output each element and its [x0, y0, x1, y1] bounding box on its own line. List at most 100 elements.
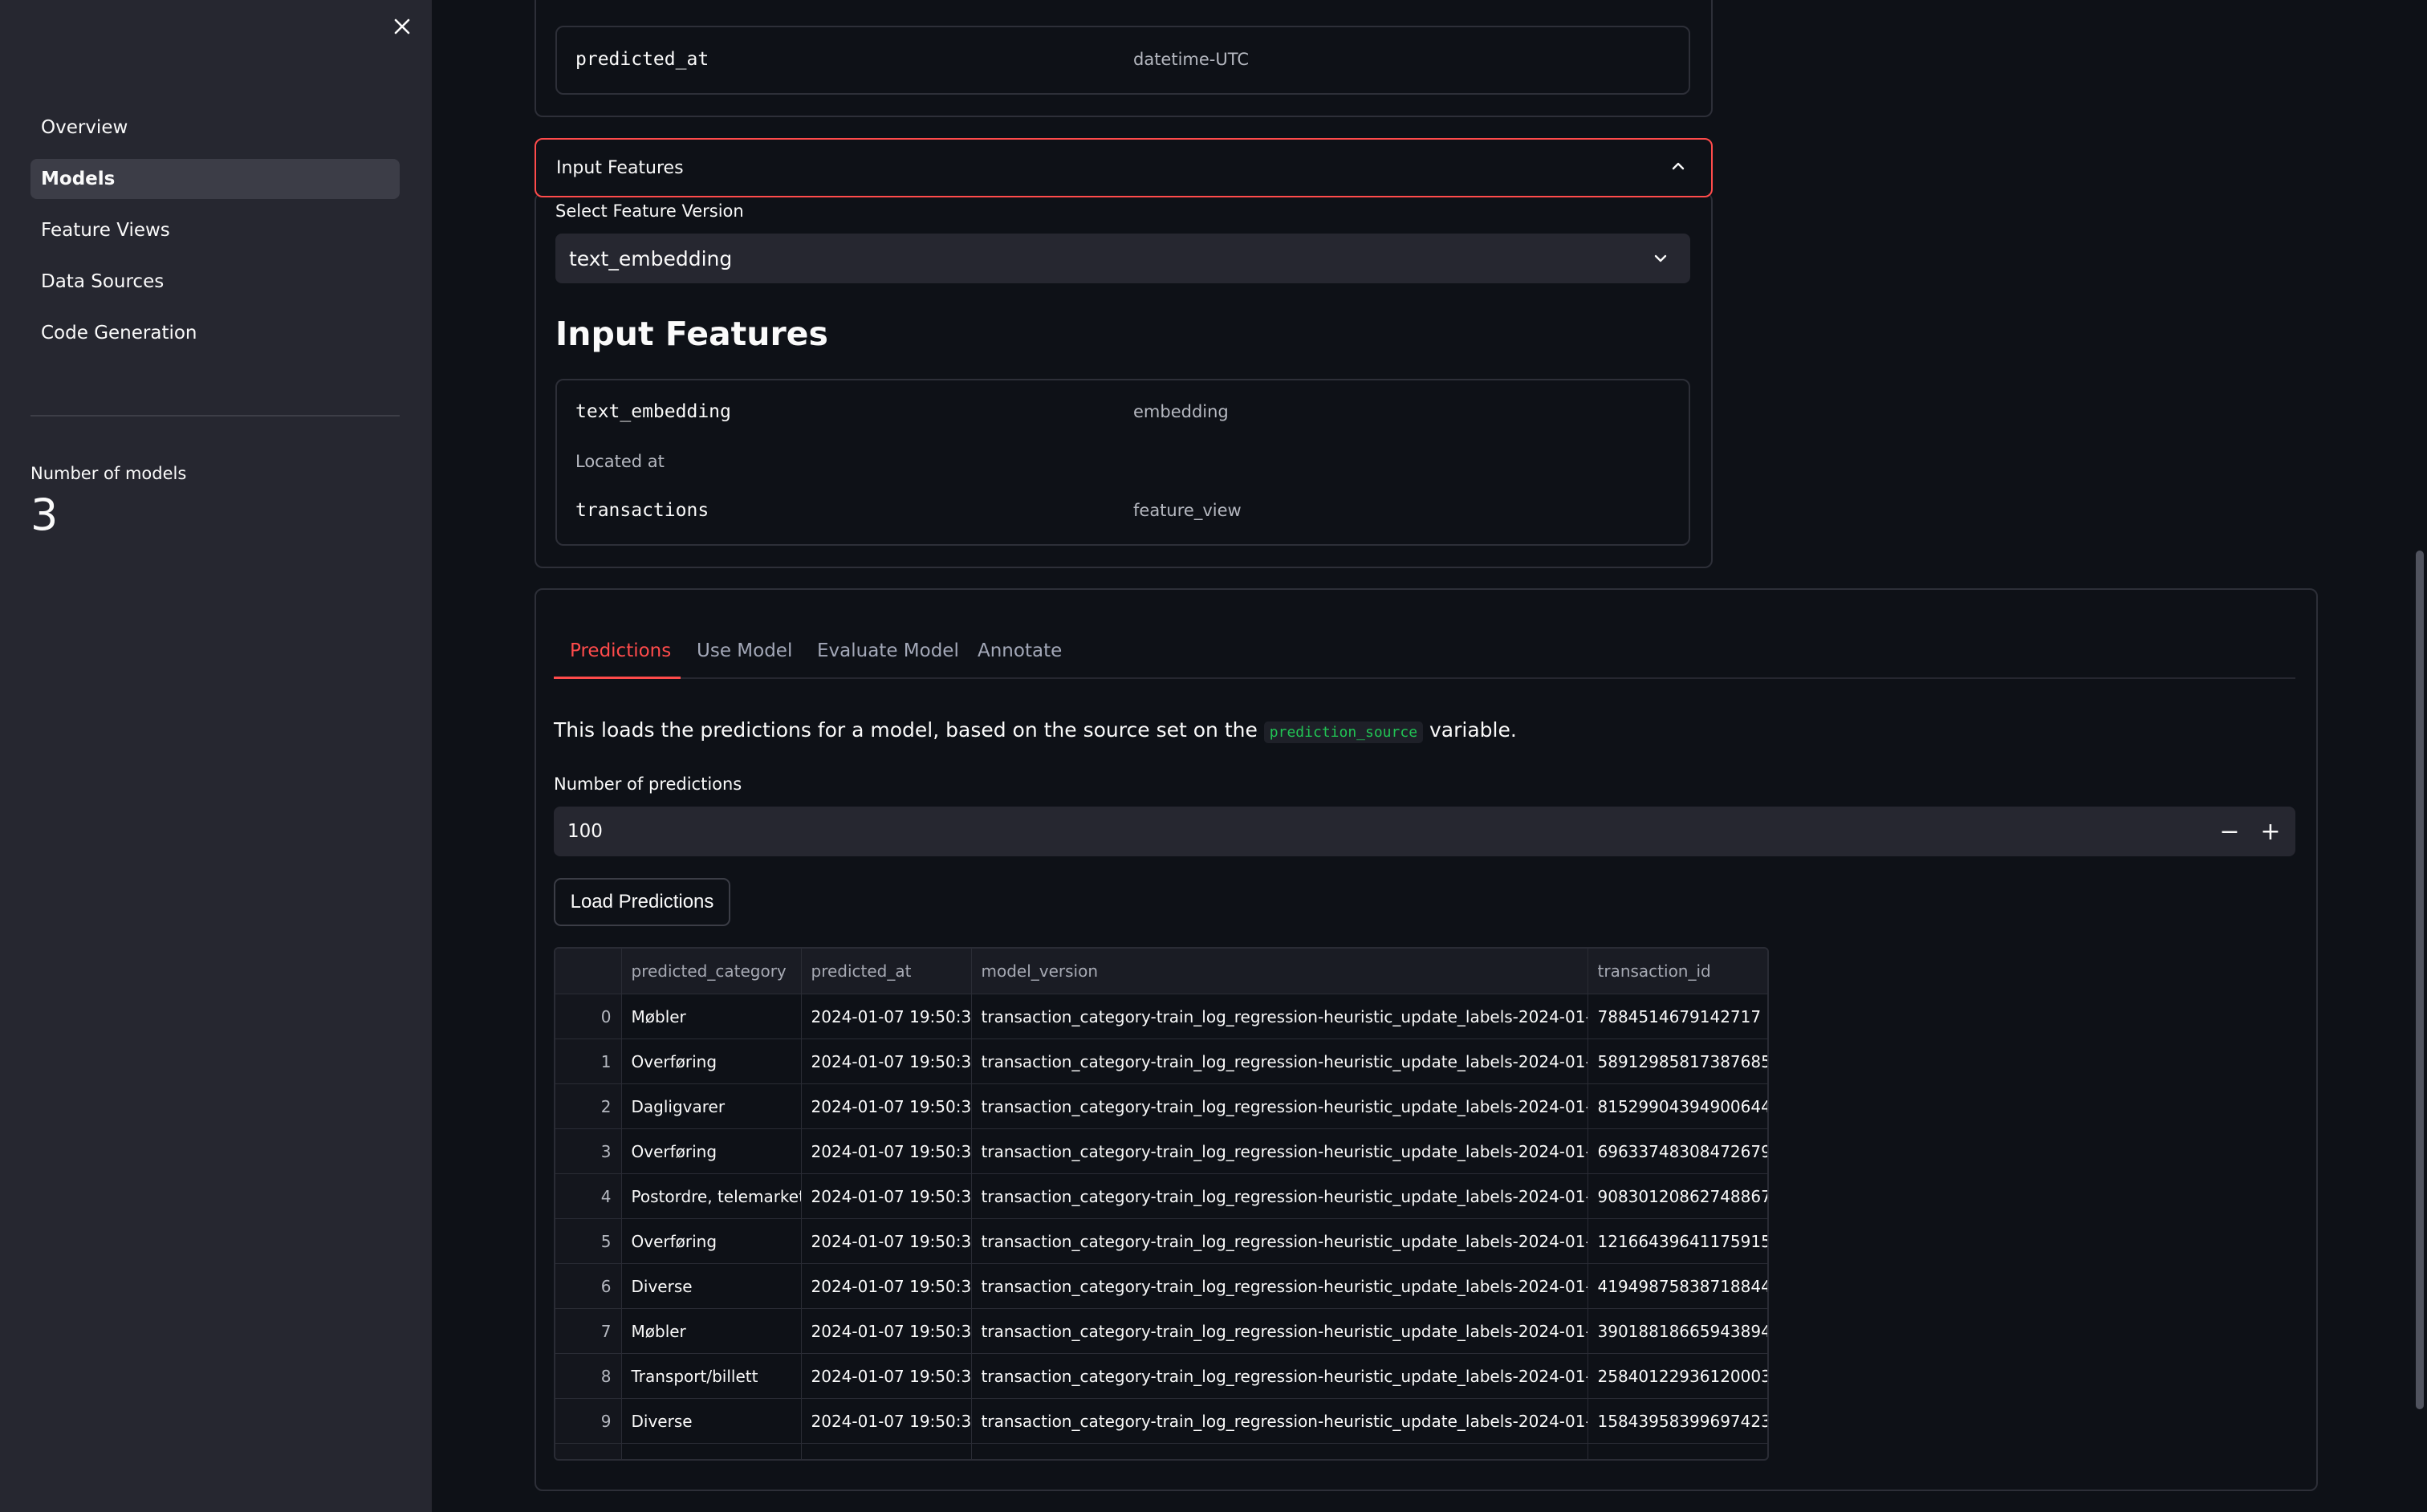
row-index[interactable]: 2 — [555, 1083, 622, 1129]
table-cell[interactable]: 2024-01-07 19:50:38 — [801, 1128, 972, 1174]
table-cell[interactable]: transaction_category-train_log_regressio… — [971, 1083, 1588, 1129]
row-index[interactable]: 5 — [555, 1218, 622, 1264]
table-cell[interactable]: 258401229361200034 — [1588, 1353, 1767, 1399]
row-index[interactable]: 4 — [555, 1173, 622, 1219]
table-cell[interactable]: 2024-01-07 19:50:38 — [801, 994, 972, 1039]
row-index[interactable]: 10 — [555, 1443, 622, 1459]
page-scrollbar[interactable] — [2416, 551, 2424, 1409]
table-cell[interactable]: 158439583996974234 — [1588, 1398, 1767, 1444]
table-cell[interactable]: transaction_category-train_log_regressio… — [971, 1353, 1588, 1399]
table-cell[interactable]: 2024-01-07 19:50:38 — [801, 1218, 972, 1264]
table-cell[interactable]: 2024-01-07 19:50:38 — [801, 1083, 972, 1129]
table-cell[interactable]: Transport/billett — [621, 1353, 802, 1399]
decrement-button[interactable]: − — [2210, 807, 2250, 856]
table-cell[interactable]: 750837041530740963 — [1588, 1443, 1767, 1459]
active-tab-indicator — [554, 677, 681, 679]
table-header-row: predicted_category predicted_at model_ve… — [555, 949, 1767, 994]
table-cell[interactable]: 2024-01-07 19:50:38 — [801, 1443, 972, 1459]
tab-label: Predictions — [570, 640, 672, 661]
tab-use-model[interactable]: Use Model — [697, 624, 792, 677]
table-cell[interactable]: Møbler — [621, 994, 802, 1039]
table-cell[interactable]: 390188186659438944 — [1588, 1308, 1767, 1354]
chevron-up-icon — [1672, 162, 1685, 170]
table-cell[interactable]: transaction_category-train_log_regressio… — [971, 1218, 1588, 1264]
row-index[interactable]: 1 — [555, 1038, 622, 1084]
table-row: 2 Dagligvarer 2024-01-07 19:50:38 transacti… — [555, 1083, 1767, 1129]
close-icon — [394, 18, 410, 35]
table-cell[interactable]: 2024-01-07 19:50:38 — [801, 1398, 972, 1444]
column-header[interactable]: transaction_id — [1588, 949, 1767, 994]
sidebar-nav: Overview Models Feature Views Data Sourc… — [30, 108, 400, 364]
predictions-table[interactable]: predicted_category predicted_at model_ve… — [554, 947, 1769, 1461]
table-cell[interactable]: 2024-01-07 19:50:38 — [801, 1173, 972, 1219]
row-index[interactable]: 9 — [555, 1398, 622, 1444]
table-row: 6 Diverse 2024-01-07 19:50:38 transaction_c… — [555, 1263, 1767, 1309]
located-at-label: Located at — [575, 452, 665, 471]
column-header[interactable]: model_version — [971, 949, 1588, 994]
table-cell[interactable]: Diverse — [621, 1398, 802, 1444]
row-index[interactable]: 8 — [555, 1353, 622, 1399]
close-sidebar-button[interactable] — [387, 11, 417, 42]
feature-version-select[interactable]: text_embedding — [555, 234, 1690, 283]
table-cell[interactable]: transaction_category-train_log_regressio… — [971, 1173, 1588, 1219]
table-cell[interactable]: 121664396411759153 — [1588, 1218, 1767, 1264]
table-cell[interactable]: 2024-01-07 19:50:38 — [801, 1308, 972, 1354]
sidebar-item-feature-views[interactable]: Feature Views — [30, 210, 400, 250]
table-cell[interactable]: transaction_category-train_log_regressio… — [971, 1263, 1588, 1309]
sidebar-item-models[interactable]: Models — [30, 159, 400, 199]
table-cell[interactable]: 7884514679142717 33 — [1588, 994, 1767, 1039]
table-cell[interactable]: Dagligvarer — [621, 1083, 802, 1129]
table-cell[interactable]: Overdragelse fra sak — [621, 1443, 802, 1459]
table-cell[interactable]: 908301208627488673 — [1588, 1173, 1767, 1219]
table-cell[interactable]: Diverse — [621, 1263, 802, 1309]
table-cell[interactable]: 2024-01-07 19:50:38 — [801, 1353, 972, 1399]
table-row: 3 Overføring 2024-01-07 19:50:38 transactio… — [555, 1128, 1767, 1174]
description-text: This loads the predictions for a model, … — [554, 718, 1264, 742]
table-cell[interactable]: transaction_category-train_log_regressio… — [971, 1443, 1588, 1459]
schema-row-type: datetime-UTC — [1133, 50, 1250, 69]
input-features-heading: Input Features — [555, 315, 828, 353]
table-cell[interactable]: Postordre, telemarketing — [621, 1173, 802, 1219]
location-name: transactions — [575, 500, 709, 521]
select-feature-version-label: Select Feature Version — [555, 201, 744, 221]
increment-button[interactable]: + — [2250, 807, 2291, 856]
row-index[interactable]: 6 — [555, 1263, 622, 1309]
tab-predictions[interactable]: Predictions — [570, 624, 671, 677]
column-header-index[interactable] — [555, 949, 622, 994]
predictions-description: This loads the predictions for a model, … — [554, 718, 1517, 743]
sidebar-item-data-sources[interactable]: Data Sources — [30, 262, 400, 302]
table-cell[interactable]: 815299043949006443 — [1588, 1083, 1767, 1129]
table-row: 9 Diverse 2024-01-07 19:50:38 transaction_c… — [555, 1398, 1767, 1444]
predictions-grid: predicted_category predicted_at model_ve… — [555, 949, 1767, 1459]
number-of-predictions-label: Number of predictions — [554, 774, 742, 794]
load-predictions-button[interactable]: Load Predictions — [554, 878, 730, 926]
input-features-expander[interactable]: Input Features — [535, 138, 1713, 197]
row-index[interactable]: 7 — [555, 1308, 622, 1354]
row-index[interactable]: 0 — [555, 994, 622, 1039]
table-row: 4Postordre, telemarketing2024-01-07 19:5… — [555, 1173, 1767, 1219]
table-cell[interactable]: transaction_category-train_log_regressio… — [971, 1398, 1588, 1444]
table-cell[interactable]: Overføring — [621, 1038, 802, 1084]
table-cell[interactable]: 2024-01-07 19:50:38 — [801, 1263, 972, 1309]
table-cell[interactable]: Overføring — [621, 1218, 802, 1264]
tab-evaluate-model[interactable]: Evaluate Model — [817, 624, 959, 677]
table-cell[interactable]: transaction_category-train_log_regressio… — [971, 1308, 1588, 1354]
number-of-predictions-input[interactable]: 100 − + — [554, 807, 2295, 856]
column-header[interactable]: predicted_at — [801, 949, 972, 994]
column-header[interactable]: predicted_category — [621, 949, 802, 994]
table-cell[interactable]: 589129858173876854 — [1588, 1038, 1767, 1084]
table-cell[interactable]: 2024-01-07 19:50:38 — [801, 1038, 972, 1084]
table-cell[interactable]: transaction_category-train_log_regressio… — [971, 1128, 1588, 1174]
table-cell[interactable]: Møbler — [621, 1308, 802, 1354]
table-cell[interactable]: transaction_category-train_log_regressio… — [971, 1038, 1588, 1084]
tab-bar: Predictions Use Model Evaluate Model Ann… — [554, 624, 2295, 679]
sidebar-item-code-generation[interactable]: Code Generation — [30, 313, 400, 353]
table-cell[interactable]: 419498758387188444 — [1588, 1263, 1767, 1309]
table-cell[interactable]: Overføring — [621, 1128, 802, 1174]
sidebar-item-overview[interactable]: Overview — [30, 108, 400, 148]
table-cell[interactable]: transaction_category-train_log_regressio… — [971, 994, 1588, 1039]
expander-title: Input Features — [556, 157, 684, 178]
row-index[interactable]: 3 — [555, 1128, 622, 1174]
tab-annotate[interactable]: Annotate — [978, 624, 1062, 677]
table-cell[interactable]: 696337483084726793 — [1588, 1128, 1767, 1174]
